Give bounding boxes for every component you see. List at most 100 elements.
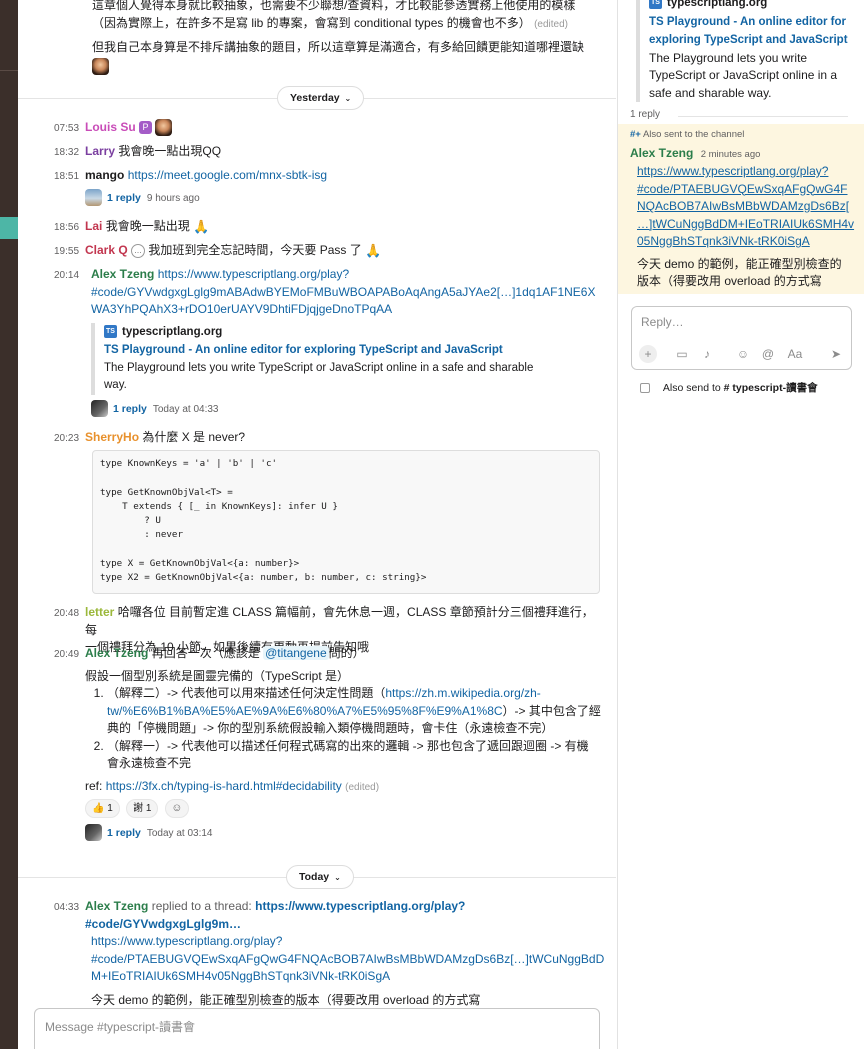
preview-description: The Playground lets you write [649, 50, 808, 65]
reply-link[interactable]: 05NggBhSTqnk3iVNk-tRK0iSgA [637, 234, 810, 248]
thread-replies[interactable]: 1 reply Today at 04:33 [91, 399, 611, 419]
sender-name[interactable]: Alex Tzeng [91, 267, 154, 281]
replier-avatar [91, 399, 108, 417]
reactor-avatar[interactable] [92, 57, 109, 75]
message-link[interactable]: #code/GYVwdgxgLglg9mABAdwBYEMoFMBuWBOAPA… [91, 285, 595, 299]
reply-link[interactable]: …]tWCuNggBdDM+IEoTRIAIUk6SMH4v [637, 217, 854, 231]
video-icon[interactable]: ▭ [673, 345, 691, 363]
message-link[interactable]: https://www.typescriptlang.org/play? [91, 934, 282, 948]
typescript-logo-icon: TS [649, 0, 662, 10]
emoji-icon[interactable]: ☺ [734, 345, 752, 363]
thread-panel: TS typescriptlang.org TS Playground - An … [617, 0, 864, 1049]
wikipedia-link[interactable]: tw/%E6%B1%BA%E5%AE%9A%E6%80%A7%E5%95%8F%… [107, 704, 503, 718]
format-icon[interactable]: Aa [786, 345, 804, 363]
message-text: 假設一個型別系統是圖靈完備的（TypeScript 是） [85, 668, 350, 683]
thread-reply-input[interactable]: Reply… + ▭ ♪ ☺ @ Aa ➤ [631, 306, 852, 370]
sender-name[interactable]: mango [85, 168, 124, 182]
sender-name[interactable]: Lai [85, 219, 102, 233]
replier-avatar [85, 824, 102, 842]
preview-site: typescriptlang.org [122, 325, 223, 338]
replier-avatar [85, 188, 102, 206]
status-emoji-icon [155, 119, 173, 137]
user-mention[interactable]: @titangene [263, 646, 329, 660]
send-icon[interactable]: ➤ [827, 345, 845, 363]
message-text: 這章個人覺得本身就比較抽象，也需要不少聯想/查資料，才比較能參透實務上他使用的模… [92, 0, 576, 12]
message-link[interactable]: https://meet.google.com/mnx-sbtk-isg [128, 168, 327, 182]
sender-name[interactable]: letter [85, 605, 114, 619]
also-send-label: Also send to [662, 382, 721, 394]
preview-description: TypeScript or JavaScript online in a [649, 68, 838, 82]
message-text: 我加班到完全忘記時間，今天要 Pass 了 [148, 243, 362, 257]
message-text: 我會晚一點出現 [105, 219, 190, 233]
preview-description: way. [104, 379, 127, 391]
sender-name[interactable]: Louis Su [85, 120, 136, 134]
message-text: （因為實際上，在許多不是寫 lib 的專案，會寫到 conditional ty… [92, 15, 531, 30]
message-link[interactable]: https://www.typescriptlang.org/play? [158, 267, 349, 281]
channel-share-icon: #+ [630, 129, 641, 140]
mention-icon[interactable]: @ [759, 345, 777, 363]
date-divider-today[interactable]: Today ⌄ [286, 865, 354, 889]
reply-sender[interactable]: Alex Tzeng [630, 146, 693, 160]
reply-count-link[interactable]: 1 reply [107, 827, 141, 839]
sender-name[interactable]: Alex Tzeng [85, 899, 148, 913]
message-link[interactable]: WA3YhPQAhX3+rDO10erUAYV9DhtiFDjqjgeDnoTP… [91, 302, 392, 316]
reply-body: https://www.typescriptlang.org/play? #co… [637, 163, 862, 291]
reply-count-link[interactable]: 1 reply [113, 403, 147, 415]
also-send-channel: # typescript-讀書會 [723, 382, 818, 394]
preview-title-link[interactable]: TS Playground - An online editor for [649, 16, 846, 28]
preview-title-link[interactable]: exploring TypeScript and JavaScript [649, 34, 848, 46]
reply-count-link[interactable]: 1 reply [107, 192, 141, 204]
wikipedia-link[interactable]: https://zh.m.wikipedia.org/zh- [385, 686, 540, 700]
date-divider-yesterday[interactable]: Yesterday ⌄ [277, 86, 365, 110]
message-text: 再回答一次（應該是 [151, 646, 260, 660]
message-link[interactable]: M+IEoTRIAIUk6SMH4v05NggBhSTqnk3iVNk-tRK0… [91, 969, 390, 983]
sidebar-active-indicator [0, 217, 18, 239]
thread-replies[interactable]: 1 reply 9 hours ago [85, 188, 600, 208]
link-preview: TS typescriptlang.org TS Playground - An … [91, 322, 611, 395]
numbered-list: （解釋二）-> 代表他可以用來描述任何決定性問題（https://zh.m.wi… [85, 685, 605, 773]
also-sent-notice: #+ Also sent to the channel [630, 129, 745, 140]
pray-emoji-icon: 🙏 [365, 243, 382, 259]
chevron-down-icon: ⌄ [334, 873, 341, 882]
ref-link[interactable]: https://3fx.ch/typing-is-hard.html#decid… [106, 779, 342, 793]
thread-reply-count: 1 reply [630, 109, 661, 120]
also-send-option[interactable]: Also send to # typescript-讀書會 [640, 380, 818, 395]
reply-time: Today at 03:14 [146, 828, 213, 839]
reply-link[interactable]: NQAcBOB7AIwBsMBbWDAMzgDs6Bz[ [637, 199, 849, 213]
reaction-thumbsup[interactable]: 👍 1 [85, 799, 120, 818]
add-reaction-button[interactable]: ☺ [164, 799, 189, 818]
message-text: 今天 demo 的範例，能正確型別檢查的版本（得要改用 overload 的方式… [91, 992, 481, 1007]
message-text: 問的） [328, 646, 365, 660]
reaction-thanks[interactable]: 謝 1 [126, 799, 159, 818]
preview-title-link[interactable]: TS Playground - An online editor for exp… [104, 344, 503, 356]
sender-name[interactable]: Clark Q [85, 243, 128, 257]
timestamp[interactable]: 20:14 [54, 270, 94, 281]
composer-placeholder: Message #typescript-讀書會 [45, 1020, 196, 1034]
microphone-icon[interactable]: ♪ [698, 345, 716, 363]
sidebar-divider [0, 70, 18, 71]
workspace-sidebar [0, 0, 18, 1049]
thread-link-preview: TS typescriptlang.org TS Playground - An … [636, 0, 861, 102]
thread-replies[interactable]: 1 reply Today at 03:14 [85, 824, 605, 843]
preview-description: safe and sharable way. [649, 85, 772, 100]
reply-text: 今天 demo 的範例，能正確型別檢查的 [637, 256, 842, 271]
reply-link[interactable]: https://www.typescriptlang.org/play? [637, 164, 828, 178]
reply-time[interactable]: 2 minutes ago [701, 149, 761, 160]
replied-label: replied to a thread: [151, 899, 252, 913]
reply-text: 版本（得要改用 overload 的方式寫 [637, 274, 822, 288]
also-send-checkbox[interactable] [640, 383, 650, 394]
code-block: type KnownKeys = 'a' | 'b' | 'c' type Ge… [92, 450, 600, 594]
channel-messages: 這章個人覺得本身就比較抽象，也需要不少聯想/查資料，才比較能參透實務上他使用的模… [18, 0, 616, 1049]
sender-name[interactable]: SherryHo [85, 430, 139, 444]
reply-toolbar: + ▭ ♪ ☺ @ Aa ➤ [632, 345, 853, 365]
reactions: 👍 1 謝 1 ☺ [85, 799, 605, 818]
preview-description: The Playground lets you write TypeScript… [104, 361, 534, 374]
reply-link[interactable]: #code/PTAEBUGVQEwSxqAFgQwG4F [637, 182, 848, 196]
sender-name[interactable]: Alex Tzeng [85, 646, 148, 660]
plus-icon[interactable]: + [639, 345, 657, 363]
message-composer[interactable]: Message #typescript-讀書會 [34, 1008, 600, 1049]
message-link[interactable]: #code/PTAEBUGVQEwSxqAFgQwG4FNQAcBOB7AIwB… [91, 952, 604, 966]
message-text: 為什麼 X 是 never? [142, 430, 246, 444]
speech-bubble-icon: … [131, 243, 146, 258]
sender-name[interactable]: Larry [85, 144, 115, 158]
